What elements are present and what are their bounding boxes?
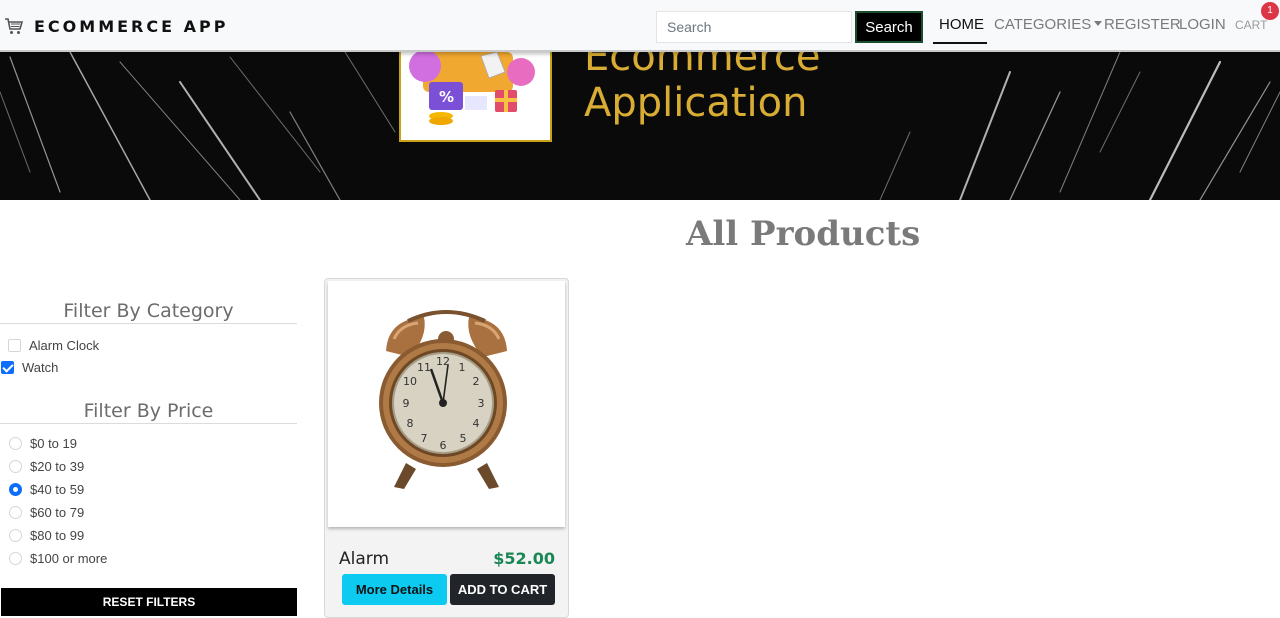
hero-banner: % Ecommerce Application: [0, 52, 1280, 200]
radio-button-selected[interactable]: [9, 483, 22, 496]
nav-home-link[interactable]: HOME: [939, 16, 984, 33]
svg-text:7: 7: [421, 432, 428, 445]
price-label: $0 to 19: [30, 436, 77, 451]
checkbox[interactable]: [8, 339, 21, 352]
active-nav-indicator: [933, 42, 987, 44]
alarm-clock-image: 12 1 2 3 4 5 6 7 8 9 10 11: [379, 310, 507, 489]
product-price: $52.00: [493, 549, 555, 568]
reset-filters-button[interactable]: RESET FILTERS: [1, 588, 297, 616]
banner-title-line-1: Ecommerce: [584, 52, 821, 80]
category-label: Alarm Clock: [29, 338, 100, 353]
caret-down-icon: [1094, 21, 1103, 27]
checkbox-checked[interactable]: [1, 361, 14, 374]
category-filter-heading: Filter By Category: [63, 300, 234, 322]
nav-categories-dropdown[interactable]: CATEGORIES: [994, 16, 1103, 33]
search-button[interactable]: Search: [855, 11, 923, 43]
price-option-0-19[interactable]: $0 to 19: [9, 436, 77, 451]
category-option-watch[interactable]: Watch: [1, 360, 58, 375]
svg-text:5: 5: [460, 432, 467, 445]
svg-text:9: 9: [403, 397, 410, 410]
more-details-button[interactable]: More Details: [342, 574, 447, 605]
svg-text:3: 3: [478, 397, 485, 410]
navbar: ECOMMERCE APP Search HOME CATEGORIES REG…: [0, 0, 1280, 52]
cart-logo-icon: [5, 18, 24, 34]
price-label: $60 to 79: [30, 505, 85, 520]
search-input[interactable]: [656, 11, 852, 43]
svg-text:4: 4: [473, 417, 480, 430]
svg-text:1: 1: [459, 361, 466, 374]
svg-text:8: 8: [407, 417, 414, 430]
nav-categories-label: CATEGORIES: [994, 16, 1092, 33]
svg-text:%: %: [439, 88, 454, 106]
product-image[interactable]: 12 1 2 3 4 5 6 7 8 9 10 11: [328, 281, 565, 527]
radio-button[interactable]: [9, 506, 22, 519]
price-label: $100 or more: [30, 551, 108, 566]
banner-title-line-2: Application: [584, 80, 808, 126]
divider: [0, 423, 297, 424]
price-option-80-99[interactable]: $80 to 99: [9, 528, 84, 543]
brand-name: ECOMMERCE APP: [34, 16, 229, 36]
price-option-100-plus[interactable]: $100 or more: [9, 551, 107, 566]
radio-button[interactable]: [9, 437, 22, 450]
add-to-cart-button[interactable]: ADD TO CART: [450, 574, 555, 605]
page-title: All Products: [686, 214, 921, 254]
radio-button[interactable]: [9, 460, 22, 473]
shopping-bag-icon: %: [409, 52, 535, 125]
price-option-40-59[interactable]: $40 to 59: [9, 482, 84, 497]
category-option-alarm-clock[interactable]: Alarm Clock: [8, 338, 99, 353]
nav-login-link[interactable]: LOGIN: [1179, 16, 1226, 33]
product-card: 12 1 2 3 4 5 6 7 8 9 10 11 Alarm $52.00 …: [324, 278, 569, 618]
nav-cart-link[interactable]: CART: [1235, 18, 1267, 32]
price-option-20-39[interactable]: $20 to 39: [9, 459, 84, 474]
cart-count-badge: 1: [1261, 2, 1279, 20]
svg-text:11: 11: [417, 361, 431, 374]
divider: [0, 323, 297, 324]
svg-text:2: 2: [473, 375, 480, 388]
svg-text:10: 10: [403, 375, 417, 388]
radio-button[interactable]: [9, 552, 22, 565]
product-name: Alarm: [339, 549, 390, 569]
svg-text:6: 6: [440, 439, 447, 452]
banner-logo-image: %: [399, 52, 552, 142]
price-option-60-79[interactable]: $60 to 79: [9, 505, 84, 520]
price-label: $40 to 59: [30, 482, 85, 497]
radio-button[interactable]: [9, 529, 22, 542]
price-label: $20 to 39: [30, 459, 85, 474]
brand[interactable]: ECOMMERCE APP: [4, 14, 228, 38]
category-label: Watch: [22, 360, 59, 375]
price-label: $80 to 99: [30, 528, 85, 543]
nav-register-link[interactable]: REGISTER: [1104, 16, 1181, 33]
price-filter-heading: Filter By Price: [83, 400, 214, 422]
